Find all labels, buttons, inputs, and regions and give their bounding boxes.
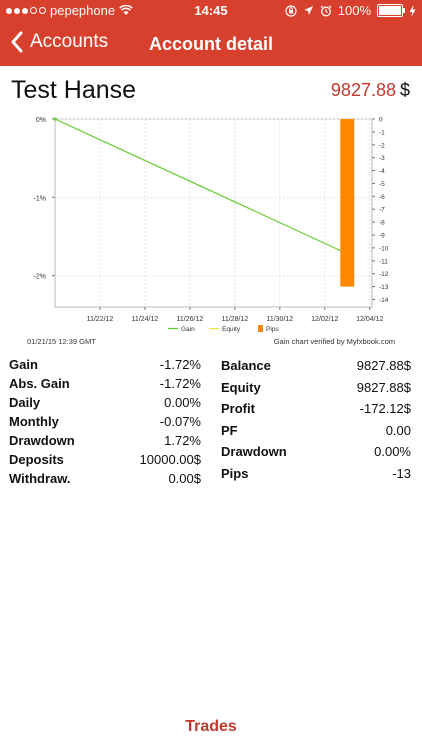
y-left-tick-label: -1% [34, 195, 46, 202]
stat-row: Balance 9827.88$ [221, 355, 411, 377]
stat-row: Abs. Gain -1.72% [9, 374, 201, 393]
stat-value: -0.07% [159, 414, 201, 429]
y-right-tick-label: -1 [379, 129, 385, 136]
stat-value: -13 [392, 465, 411, 481]
alarm-icon [320, 5, 332, 16]
chart-verified-note: Gain chart verified by Myfxbook.com [274, 337, 395, 346]
stat-value: 10000.00$ [139, 452, 201, 467]
stat-label: Drawdown [221, 444, 287, 460]
stat-row: PF 0.00 [221, 420, 411, 442]
y-right-tick-label: -13 [379, 284, 389, 291]
stats-left-column: Gain -1.72% Abs. Gain -1.72% Daily 0.00% Month… [9, 355, 201, 488]
gain-chart-svg: 11/22/12 11/24/12 11/26/12 11/28/12 11/30/12… [27, 117, 395, 347]
y-right-tick-label: -5 [379, 181, 385, 188]
account-currency: $ [399, 80, 410, 100]
legend-swatch [258, 325, 263, 332]
stat-value: -1.72% [159, 357, 201, 372]
stat-label: Daily [9, 395, 41, 410]
x-tick-label: 11/26/12 [177, 316, 204, 323]
y-right-tick-label: -9 [379, 233, 385, 240]
stat-label: PF [221, 422, 238, 438]
chart-timestamp: 01/21/15 12:39 GMT [27, 337, 96, 346]
location-icon [303, 6, 313, 15]
stat-row: Equity 9827.88$ [221, 377, 411, 399]
pips-bar [340, 119, 355, 287]
stat-value: 9827.88$ [356, 358, 411, 374]
stats-right-column: Balance 9827.88$ Equity 9827.88$ Profit -172.… [221, 355, 411, 484]
stat-label: Abs. Gain [9, 376, 70, 391]
stat-value: 0.00$ [168, 471, 201, 486]
nav-bar: Accounts Account detail [0, 22, 422, 66]
gain-point [53, 117, 57, 121]
orientation-lock-icon [285, 4, 297, 17]
y-right-tick-label: -8 [379, 220, 385, 227]
account-name: Test Hanse [11, 76, 137, 104]
y-left-tick-label: -2% [34, 274, 46, 281]
x-tick-label: 12/04/12 [356, 316, 383, 323]
y-right-tick-label: 0 [379, 117, 383, 124]
stat-value: 9827.88$ [356, 379, 411, 395]
stat-value: 0.00% [164, 395, 201, 410]
battery-percent: 100% [337, 3, 371, 18]
stat-row: Gain -1.72% [9, 355, 201, 374]
status-right: 100% [285, 3, 416, 18]
y-right-tick-label: -2 [379, 142, 385, 149]
y-right-tick-label: -4 [379, 168, 385, 175]
stat-value: 0.00 [385, 422, 411, 438]
y-right-tick-label: -6 [379, 194, 385, 201]
legend-label: Gain [181, 326, 195, 333]
stat-label: Balance [221, 358, 271, 374]
gain-chart: 11/22/12 11/24/12 11/26/12 11/28/12 11/30/12… [0, 108, 422, 348]
stat-label: Pips [221, 465, 249, 481]
stat-value: 1.72% [164, 433, 201, 448]
y-left-tick-label: 0% [36, 117, 46, 124]
y-right-tick-label: -7 [379, 207, 385, 214]
status-bar: pepephone 14:45 100% [0, 0, 422, 22]
stat-label: Drawdown [9, 433, 75, 448]
legend-label: Pips [266, 326, 279, 333]
stat-row: Drawdown 1.72% [9, 431, 201, 450]
stat-label: Equity [221, 379, 261, 395]
charging-icon [409, 4, 416, 17]
x-tick-label: 11/30/12 [266, 316, 293, 323]
y-right-tick-label: -11 [379, 258, 388, 265]
y-right-tick-label: -10 [379, 245, 389, 252]
battery-icon [377, 4, 405, 17]
stat-value: -1.72% [159, 376, 201, 391]
y-right-tick-label: -12 [379, 271, 389, 278]
x-tick-label: 11/28/12 [221, 316, 248, 323]
y-right-tick-label: -14 [379, 297, 389, 304]
stat-row: Drawdown 0.00% [221, 441, 411, 463]
x-tick-label: 11/22/12 [87, 316, 114, 323]
stat-value: -172.12$ [359, 401, 411, 417]
y-right-tick-label: -3 [379, 155, 385, 162]
stat-label: Profit [221, 401, 255, 417]
x-tick-label: 11/24/12 [132, 316, 159, 323]
x-tick-label: 12/02/12 [311, 316, 338, 323]
page-title: Account detail [148, 34, 273, 54]
stat-value: 0.00% [374, 444, 411, 460]
legend-label: Equity [222, 326, 241, 333]
stat-label: Deposits [9, 452, 64, 467]
trades-button[interactable]: Trades [0, 718, 422, 736]
account-balance: 9827.88 [330, 80, 396, 100]
stat-label: Withdraw. [9, 471, 71, 486]
stat-label: Monthly [9, 414, 59, 429]
stat-row: Withdraw. 0.00$ [9, 469, 201, 488]
stat-row: Daily 0.00% [9, 393, 201, 412]
stat-label: Gain [9, 357, 38, 372]
stat-row: Pips -13 [221, 463, 411, 485]
stat-row: Monthly -0.07% [9, 412, 201, 431]
stat-row: Deposits 10000.00$ [9, 450, 201, 469]
stat-row: Profit -172.12$ [221, 398, 411, 420]
